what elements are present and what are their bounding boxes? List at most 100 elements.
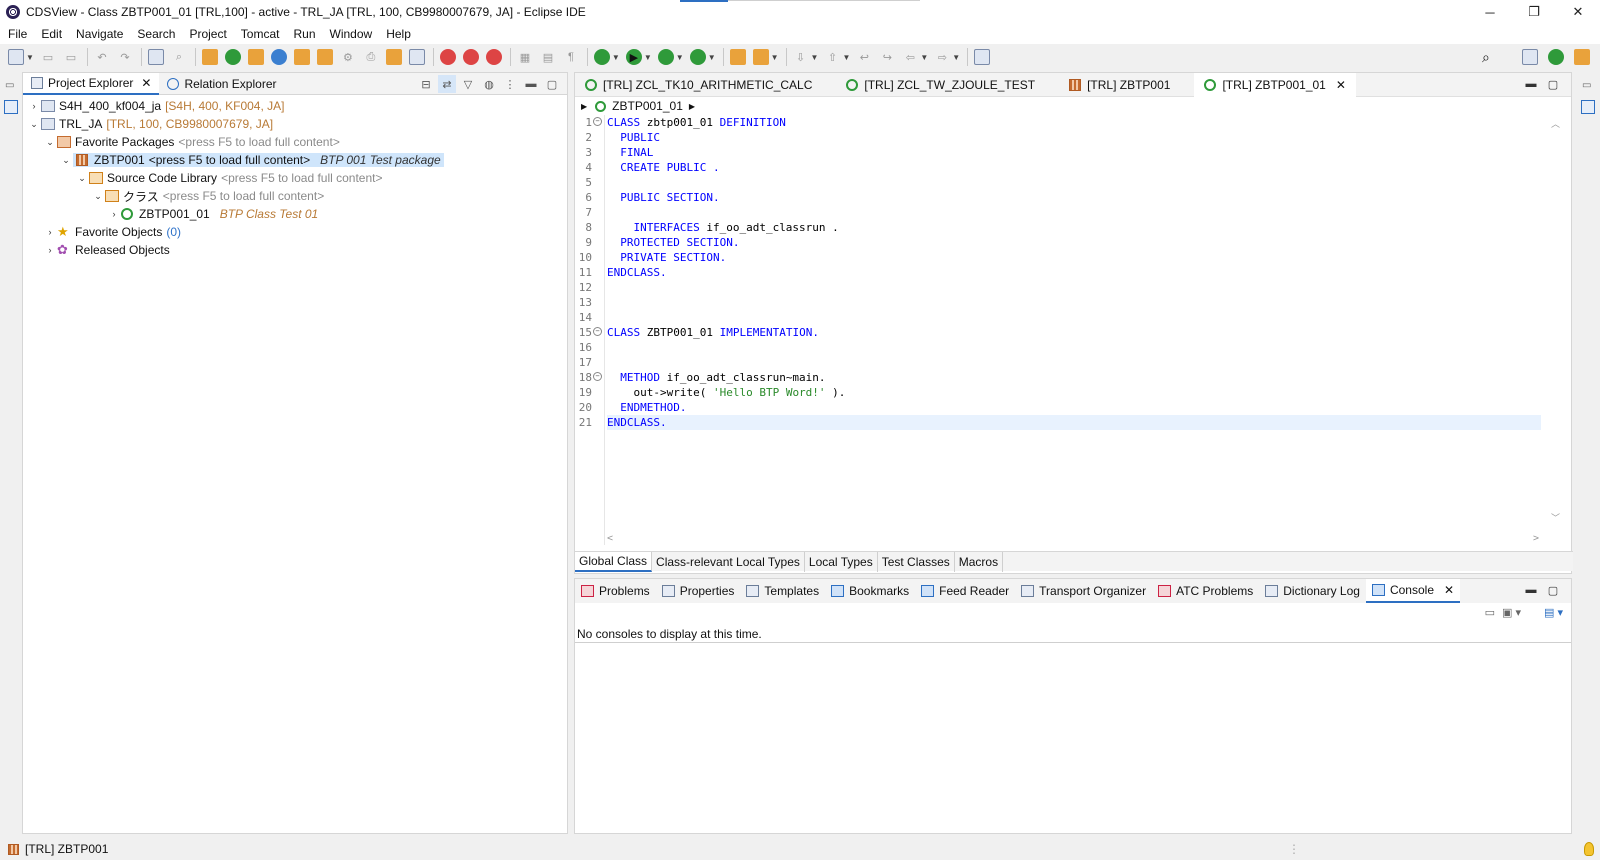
sync-icon[interactable] xyxy=(408,49,425,65)
package-icon[interactable] xyxy=(316,49,333,65)
forward-icon[interactable]: ⇨ xyxy=(934,49,950,65)
chevron-down-icon[interactable]: ⌄ xyxy=(59,155,73,166)
maximize-icon[interactable]: ▢ xyxy=(1545,583,1561,597)
previous-annotation-icon[interactable]: ⇧ xyxy=(824,49,840,65)
tab-templates[interactable]: Templates xyxy=(740,579,825,603)
close-icon[interactable]: ✕ xyxy=(1556,0,1600,24)
terminal-icon[interactable] xyxy=(147,49,164,65)
tree-item-zbtp001-01-class[interactable]: › ZBTP001_01 BTP Class Test 01 xyxy=(23,205,567,223)
open-task-icon[interactable] xyxy=(752,49,769,65)
chevron-down-icon[interactable]: ▼ xyxy=(771,53,779,62)
toggle-block-icon[interactable]: ▦ xyxy=(517,49,533,65)
debug-icon[interactable] xyxy=(593,49,610,65)
menu-run[interactable]: Run xyxy=(293,27,315,41)
tree-item-trl-project[interactable]: ⌄ TRL_JA [TRL, 100, CB9980007679, JA] xyxy=(23,115,567,133)
chevron-right-icon[interactable]: › xyxy=(27,101,41,111)
coverage-icon[interactable] xyxy=(657,49,674,65)
server-reload-icon[interactable] xyxy=(485,49,502,65)
collapse-icon[interactable]: − xyxy=(593,372,602,381)
restore-view-icon[interactable]: ▭ xyxy=(1582,80,1591,91)
filter-icon[interactable]: ⚙ xyxy=(340,49,356,65)
back-icon[interactable]: ⇦ xyxy=(902,49,918,65)
pin-editor-icon[interactable] xyxy=(974,49,991,65)
external-tools-icon[interactable] xyxy=(689,49,706,65)
chevron-down-icon[interactable]: ▼ xyxy=(708,53,716,62)
chevron-down-icon[interactable]: ▼ xyxy=(920,53,928,62)
chevron-right-icon[interactable]: › xyxy=(43,245,57,255)
tab-properties[interactable]: Properties xyxy=(656,579,741,603)
vertical-scrollbar[interactable]: ︿ ﹀ xyxy=(1543,115,1571,545)
new-icon[interactable] xyxy=(8,49,24,65)
run-icon[interactable]: ▶ xyxy=(625,49,642,65)
tab-bookmarks[interactable]: Bookmarks xyxy=(825,579,915,603)
menu-project[interactable]: Project xyxy=(189,27,226,41)
next-annotation-icon[interactable]: ⇩ xyxy=(793,49,809,65)
scroll-right-icon[interactable]: > xyxy=(1533,533,1539,544)
menu-edit[interactable]: Edit xyxy=(41,27,62,41)
open-object-icon[interactable] xyxy=(201,49,218,65)
task-list-icon[interactable] xyxy=(1581,100,1595,114)
breadcrumb-item[interactable]: ZBTP001_01 xyxy=(612,99,683,113)
menu-search[interactable]: Search xyxy=(137,27,175,41)
open-folder-icon[interactable] xyxy=(729,49,746,65)
collapse-all-icon[interactable]: ⊟ xyxy=(417,75,435,93)
menu-window[interactable]: Window xyxy=(330,27,373,41)
minimize-icon[interactable]: ▬ xyxy=(1523,77,1539,91)
chevron-down-icon[interactable]: ▼ xyxy=(811,53,819,62)
minimize-icon[interactable]: ▬ xyxy=(522,75,540,93)
minimize-icon[interactable]: ─ xyxy=(1468,0,1512,24)
tab-macros[interactable]: Macros xyxy=(955,551,1004,572)
menu-navigate[interactable]: Navigate xyxy=(76,27,123,41)
collapse-icon[interactable]: − xyxy=(593,117,602,126)
code-area[interactable]: 1− 2 3 4 5 6 7 8 9 10 11 12 13 14 15− 16… xyxy=(575,115,1571,545)
collapse-icon[interactable]: − xyxy=(593,327,602,336)
chevron-down-icon[interactable]: ⌄ xyxy=(75,173,89,184)
chevron-down-icon[interactable]: ▼ xyxy=(26,53,34,62)
server-restart-icon[interactable] xyxy=(462,49,479,65)
chevron-right-icon[interactable]: › xyxy=(107,209,121,219)
server-stop-icon[interactable] xyxy=(439,49,456,65)
chevron-down-icon[interactable]: ⌄ xyxy=(43,137,57,148)
chevron-down-icon[interactable]: ⌄ xyxy=(27,119,41,130)
transport-icon[interactable] xyxy=(385,49,402,65)
chevron-down-icon[interactable]: ▼ xyxy=(952,53,960,62)
save-all-icon[interactable]: ▭ xyxy=(63,49,79,65)
restore-icon[interactable]: ❐ xyxy=(1512,0,1556,24)
open-console-icon[interactable]: ▤ ▾ xyxy=(1544,606,1563,619)
display-console-icon[interactable]: ▣ ▾ xyxy=(1502,606,1521,619)
search-small-icon[interactable]: ⌕ xyxy=(171,49,187,65)
last-edit-location-icon[interactable]: ↩ xyxy=(856,49,872,65)
link-with-editor-icon[interactable]: ⇄ xyxy=(438,75,456,93)
tab-zcl-tw-zjoule-test[interactable]: [TRL] ZCL_TW_ZJOULE_TEST xyxy=(836,73,1045,97)
close-icon[interactable]: ✕ xyxy=(141,76,151,90)
tab-feed-reader[interactable]: Feed Reader xyxy=(915,579,1015,603)
tab-class-relevant-local-types[interactable]: Class-relevant Local Types xyxy=(652,551,805,572)
tab-relation-explorer[interactable]: Relation Explorer xyxy=(159,73,284,95)
menu-tomcat[interactable]: Tomcat xyxy=(241,27,280,41)
outline-view-icon[interactable] xyxy=(4,100,18,114)
tree-item-zbtp001-package[interactable]: ⌄ ZBTP001 <press F5 to load full content… xyxy=(23,151,567,169)
open-perspective-icon[interactable] xyxy=(1522,49,1538,65)
undo-icon[interactable]: ↶ xyxy=(94,49,110,65)
scroll-down-icon[interactable]: ﹀ xyxy=(1551,511,1560,524)
view-menu-icon[interactable]: ⋮ xyxy=(501,75,519,93)
check-object-icon[interactable] xyxy=(247,49,264,65)
tab-zcl-tk10-arithmetic-calc[interactable]: [TRL] ZCL_TK10_ARITHMETIC_CALC xyxy=(575,73,822,97)
minimize-icon[interactable]: ▬ xyxy=(1523,583,1539,597)
tree-item-classes-folder[interactable]: ⌄ クラス <press F5 to load full content> xyxy=(23,187,567,205)
close-icon[interactable]: ✕ xyxy=(1444,583,1454,597)
print-icon[interactable]: ⎙ xyxy=(363,49,379,65)
tree-item-source-code-library[interactable]: ⌄ Source Code Library <press F5 to load … xyxy=(23,169,567,187)
next-edit-location-icon[interactable]: ↪ xyxy=(879,49,895,65)
save-icon[interactable]: ▭ xyxy=(40,49,56,65)
scroll-left-icon[interactable]: < xyxy=(607,533,613,544)
tab-atc-problems[interactable]: ATC Problems xyxy=(1152,579,1259,603)
scroll-up-icon[interactable]: ︿ xyxy=(1551,117,1560,130)
abap-perspective-icon[interactable] xyxy=(1548,49,1564,65)
tab-dictionary-log[interactable]: Dictionary Log xyxy=(1259,579,1366,603)
tab-problems[interactable]: Problems xyxy=(575,579,656,603)
menu-file[interactable]: File xyxy=(8,27,27,41)
chevron-down-icon[interactable]: ▼ xyxy=(612,53,620,62)
lightbulb-icon[interactable] xyxy=(1584,842,1594,856)
filter-icon[interactable]: ▽ xyxy=(459,75,477,93)
